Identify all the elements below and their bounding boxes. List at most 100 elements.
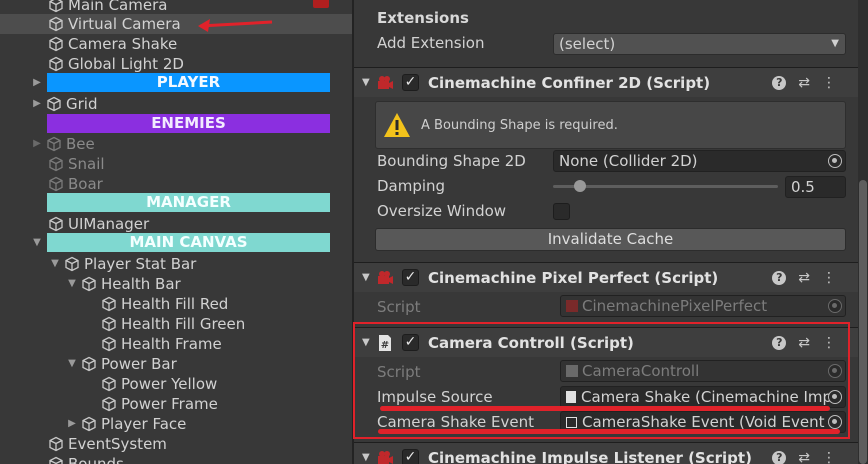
help-icon[interactable]: ? bbox=[772, 270, 787, 285]
script-label: Script bbox=[377, 298, 421, 316]
preset-icon[interactable]: ⇄ bbox=[798, 75, 810, 91]
hierarchy-item-player-stat-bar[interactable]: ▼ Player Stat Bar bbox=[0, 254, 352, 274]
hierarchy-item-boar[interactable]: Boar bbox=[0, 174, 352, 194]
hierarchy-item-virtual-camera[interactable]: Virtual Camera bbox=[0, 14, 352, 34]
cube-icon bbox=[49, 36, 63, 52]
kebab-menu-icon[interactable]: ⋮ bbox=[822, 450, 836, 464]
hierarchy-item-label: Health Fill Green bbox=[121, 315, 246, 333]
script-icon bbox=[566, 300, 578, 312]
foldout-icon[interactable]: ▶ bbox=[32, 78, 42, 88]
impulse-listener-component-header[interactable]: ▼ ✓ Cinemachine Impulse Listener (Script… bbox=[354, 442, 858, 464]
foldout-icon[interactable]: ▶ bbox=[32, 139, 42, 149]
cube-icon bbox=[49, 436, 63, 452]
player-band[interactable]: PLAYER bbox=[47, 73, 330, 92]
foldout-icon[interactable]: ▶ bbox=[67, 419, 77, 429]
component-header-icons: ? ⇄ ⋮ bbox=[772, 270, 836, 286]
hierarchy-item-label: Health Fill Red bbox=[121, 295, 229, 313]
cube-icon bbox=[49, 156, 63, 172]
cube-icon bbox=[47, 96, 61, 112]
hierarchy-item-label: Health Bar bbox=[101, 275, 181, 293]
add-extension-dropdown[interactable]: (select) ▼ bbox=[553, 33, 846, 55]
hierarchy-item-bee[interactable]: ▶ Bee bbox=[0, 134, 352, 154]
damping-value-field[interactable]: 0.5 bbox=[785, 176, 846, 198]
inspector-scrollbar[interactable] bbox=[858, 0, 868, 464]
invalidate-cache-button[interactable]: Invalidate Cache bbox=[375, 228, 846, 251]
cube-icon bbox=[49, 16, 63, 32]
foldout-icon[interactable]: ▼ bbox=[362, 452, 370, 463]
cube-icon bbox=[102, 336, 116, 352]
cinemachine-camera-icon bbox=[378, 76, 393, 89]
hierarchy-item-health-bar[interactable]: ▼ Health Bar bbox=[0, 274, 352, 294]
hierarchy-item-label: Bounds bbox=[68, 455, 124, 464]
hierarchy-item-bounds[interactable]: Bounds bbox=[0, 454, 352, 464]
hierarchy-item-label: Bee bbox=[66, 135, 95, 153]
cube-icon bbox=[82, 276, 96, 292]
foldout-icon[interactable]: ▶ bbox=[32, 99, 42, 109]
hierarchy-item-label: Global Light 2D bbox=[68, 55, 184, 73]
foldout-icon[interactable]: ▼ bbox=[67, 359, 77, 369]
kebab-menu-icon[interactable]: ⋮ bbox=[822, 270, 836, 286]
component-header-icons: ? ⇄ ⋮ bbox=[772, 450, 836, 464]
component-header-icons: ? ⇄ ⋮ bbox=[772, 75, 836, 91]
hierarchy-item-label: Player Stat Bar bbox=[84, 255, 197, 273]
confiner-component-header[interactable]: ▼ ✓ Cinemachine Confiner 2D (Script) ? ⇄… bbox=[354, 67, 858, 97]
component-enabled-checkbox[interactable]: ✓ bbox=[402, 449, 419, 464]
hierarchy-item-snail[interactable]: Snail bbox=[0, 154, 352, 174]
pixel-perfect-component-header[interactable]: ▼ ✓ Cinemachine Pixel Perfect (Script) ?… bbox=[354, 262, 858, 292]
object-picker-icon[interactable] bbox=[828, 154, 842, 168]
component-enabled-checkbox[interactable]: ✓ bbox=[402, 269, 419, 286]
hierarchy-item-label: Grid bbox=[66, 95, 98, 113]
object-picker-icon bbox=[828, 299, 842, 313]
hierarchy-item-camera-shake[interactable]: Camera Shake bbox=[0, 34, 352, 54]
hierarchy-item-power-yellow[interactable]: Power Yellow bbox=[0, 374, 352, 394]
underline-annotation bbox=[380, 406, 830, 411]
bounding-shape-field[interactable]: None (Collider 2D) bbox=[553, 150, 846, 172]
foldout-icon[interactable]: ▼ bbox=[362, 77, 370, 88]
foldout-icon[interactable]: ▼ bbox=[67, 279, 77, 289]
damping-slider[interactable] bbox=[553, 180, 778, 194]
kebab-menu-icon[interactable]: ⋮ bbox=[822, 75, 836, 91]
hierarchy-item-health-fill-red[interactable]: Health Fill Red bbox=[0, 294, 352, 314]
preset-icon[interactable]: ⇄ bbox=[798, 270, 810, 286]
hierarchy-item-main-camera[interactable]: Main Camera bbox=[0, 0, 352, 15]
hierarchy-item-label: Power Frame bbox=[121, 395, 218, 413]
component-enabled-checkbox[interactable]: ✓ bbox=[402, 74, 419, 91]
warning-icon bbox=[384, 113, 410, 137]
preset-icon[interactable]: ⇄ bbox=[798, 450, 810, 464]
cube-icon bbox=[65, 256, 79, 272]
bounding-shape-value: None (Collider 2D) bbox=[559, 152, 698, 170]
help-icon[interactable]: ? bbox=[772, 75, 787, 90]
hierarchy-item-label: UIManager bbox=[68, 215, 150, 233]
slider-thumb[interactable] bbox=[574, 180, 586, 192]
hierarchy-item-global-light-2d[interactable]: Global Light 2D bbox=[0, 54, 352, 74]
foldout-icon[interactable]: ▼ bbox=[50, 259, 60, 269]
cube-icon bbox=[102, 316, 116, 332]
hierarchy-item-health-frame[interactable]: Health Frame bbox=[0, 334, 352, 354]
hierarchy-item-label: Virtual Camera bbox=[68, 15, 181, 33]
hierarchy-item-grid[interactable]: ▶ Grid bbox=[0, 94, 352, 114]
foldout-icon[interactable]: ▼ bbox=[32, 238, 42, 248]
help-icon[interactable]: ? bbox=[772, 450, 787, 464]
hierarchy-item-power-frame[interactable]: Power Frame bbox=[0, 394, 352, 414]
bounding-shape-label: Bounding Shape 2D bbox=[377, 152, 526, 170]
cube-icon bbox=[49, 56, 63, 72]
hierarchy-item-label: EventSystem bbox=[68, 435, 167, 453]
hierarchy-item-uimanager[interactable]: UIManager bbox=[0, 214, 352, 234]
manager-band[interactable]: MANAGER bbox=[47, 193, 330, 212]
oversize-window-checkbox[interactable] bbox=[553, 203, 570, 220]
component-title: Cinemachine Confiner 2D (Script) bbox=[428, 73, 711, 92]
hierarchy-item-label: Player Face bbox=[101, 415, 187, 433]
hierarchy-item-label: Boar bbox=[68, 175, 103, 193]
scrollbar-thumb[interactable] bbox=[859, 180, 867, 464]
hierarchy-item-player-face[interactable]: ▶ Player Face bbox=[0, 414, 352, 434]
scene-visibility-icon[interactable] bbox=[313, 0, 329, 8]
red-arrow-annotation bbox=[198, 19, 273, 32]
main-canvas-band[interactable]: MAIN CANVAS bbox=[47, 233, 330, 252]
cube-icon bbox=[49, 0, 63, 13]
hierarchy-item-power-bar[interactable]: ▼ Power Bar bbox=[0, 354, 352, 374]
hierarchy-item-eventsystem[interactable]: EventSystem bbox=[0, 434, 352, 454]
hierarchy-item-health-fill-green[interactable]: Health Fill Green bbox=[0, 314, 352, 334]
foldout-icon[interactable]: ▼ bbox=[362, 272, 370, 283]
enemies-band[interactable]: ENEMIES bbox=[47, 114, 330, 133]
warning-text: A Bounding Shape is required. bbox=[421, 118, 618, 133]
